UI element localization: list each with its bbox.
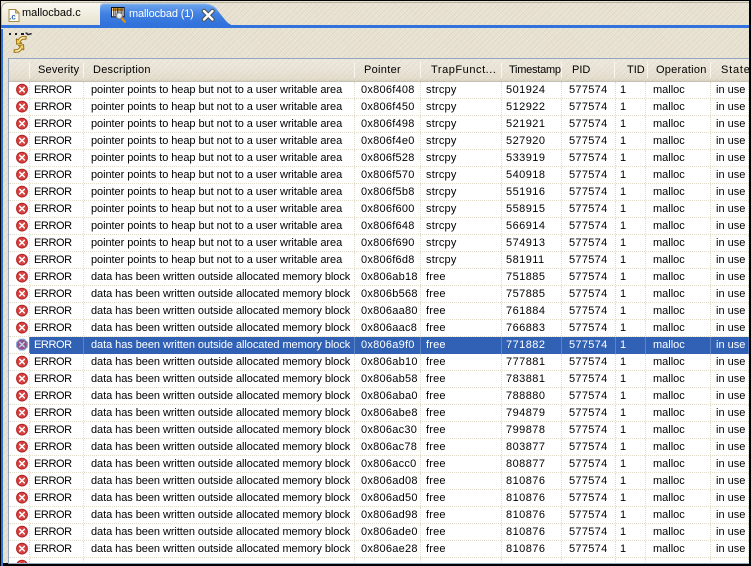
svg-text:.c: .c <box>9 13 16 22</box>
